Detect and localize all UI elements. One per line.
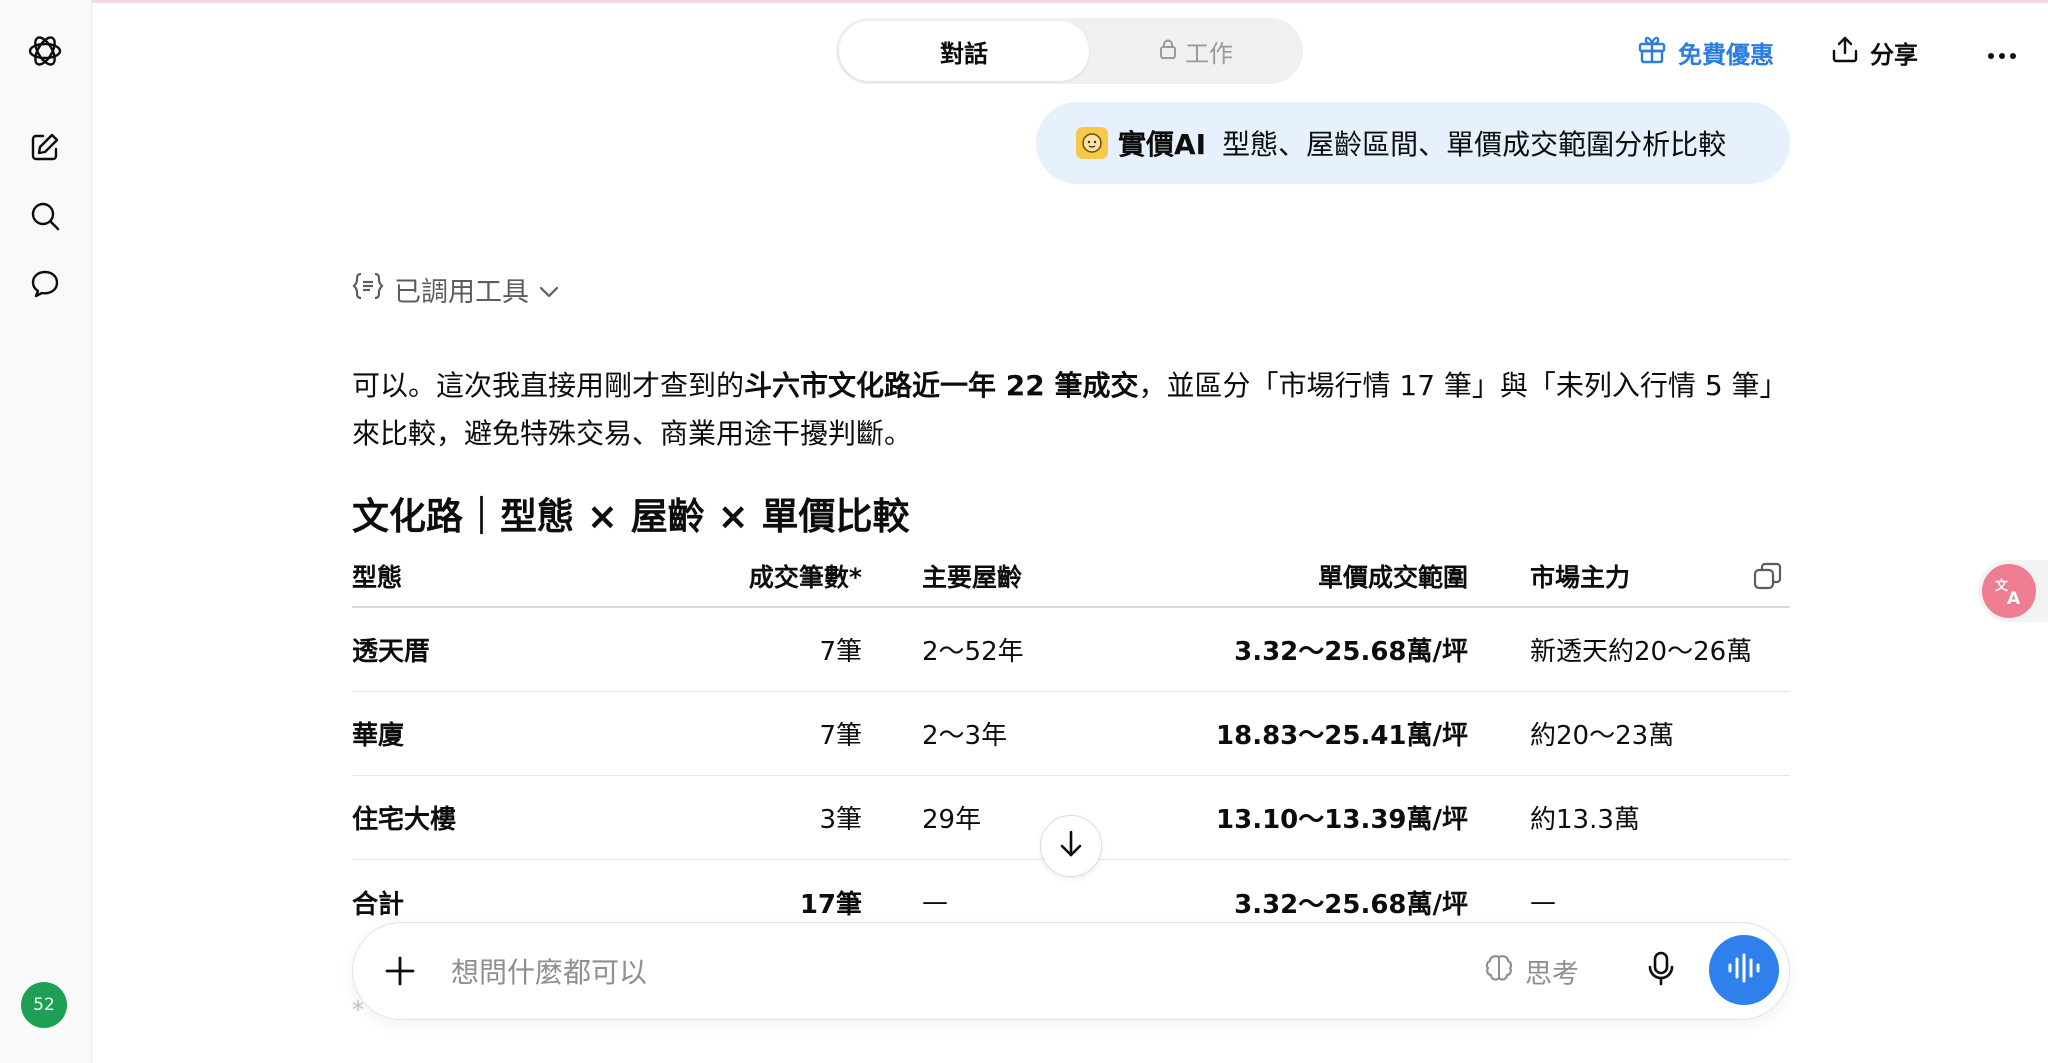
scroll-to-bottom-button[interactable] — [1040, 815, 1102, 877]
assistant-answer-paragraph: 可以。這次我直接用剛才查到的斗六市文化路近一年 22 筆成交，並區分「市場行情 … — [352, 362, 1792, 458]
sidebar: 52 — [0, 0, 92, 1063]
microphone-icon — [1647, 951, 1675, 991]
gpt-avatar-icon — [1076, 127, 1108, 159]
tab-work[interactable]: 工作 — [1094, 21, 1298, 81]
table-cell: 29年 — [922, 805, 982, 835]
brain-icon — [1483, 952, 1515, 991]
tab-work-label: 工作 — [1185, 39, 1233, 68]
share-button[interactable]: 分享 — [1830, 28, 1918, 76]
free-offer-button[interactable]: 免費優惠 — [1636, 28, 1774, 76]
openai-logo-icon[interactable] — [24, 30, 66, 72]
table-header-cell: 成交筆數* — [748, 563, 862, 592]
table-cell: 13.10～13.39萬/坪 — [1216, 805, 1468, 835]
arrow-down-icon — [1058, 829, 1084, 863]
add-attachment-button[interactable] — [379, 950, 421, 996]
table-cell: 18.83～25.41萬/坪 — [1216, 721, 1468, 751]
table-cell: 2～3年 — [922, 721, 1008, 751]
translate-icon: 文 A — [1982, 564, 2036, 618]
sound-wave-icon — [1727, 953, 1761, 987]
table-header-cell: 型態 — [352, 563, 403, 592]
new-chat-icon[interactable] — [24, 126, 66, 168]
share-label: 分享 — [1870, 40, 1918, 69]
table-cell: 7筆 — [819, 637, 862, 667]
table-cell: 住宅大樓 — [352, 805, 457, 835]
message-composer: 想問什麼都可以 思考 — [352, 922, 1790, 1020]
more-options-button[interactable] — [1982, 28, 2022, 76]
message-input[interactable]: 想問什麼都可以 — [451, 923, 647, 1019]
mode-toggle: 對話 工作 — [836, 18, 1303, 84]
gift-icon — [1636, 33, 1668, 71]
microphone-button[interactable] — [1637, 947, 1685, 995]
table-row: 華廈 7筆 2～3年 18.83～25.41萬/坪 約20～23萬 — [352, 692, 1790, 776]
search-icon[interactable] — [24, 195, 66, 237]
table-header-row: 型態 成交筆數* 主要屋齡 單價成交範圍 市場主力 — [352, 546, 1790, 608]
chevron-down-icon — [539, 274, 559, 305]
table-header-cell: 主要屋齡 — [922, 563, 1023, 592]
table-header-cell: 市場主力 — [1530, 563, 1631, 592]
gpt-name: 實價AI — [1118, 128, 1207, 161]
more-icon — [1987, 38, 2017, 66]
answer-text-bold: 斗六市文化路近一年 22 筆成交 — [744, 369, 1139, 402]
table-cell: 3筆 — [819, 805, 862, 835]
copy-table-icon[interactable] — [1752, 560, 1784, 598]
tab-chat[interactable]: 對話 — [839, 21, 1089, 81]
user-message: 實價AI 型態、屋齡區間、單價成交範圍分析比較 — [1036, 102, 1790, 184]
voice-mode-button[interactable] — [1709, 935, 1779, 1005]
translate-extension-button[interactable]: 文 A — [1978, 560, 2048, 622]
table-header-cell: 單價成交範圍 — [1317, 563, 1468, 592]
svg-text:A: A — [2007, 589, 2021, 608]
table-cell: 新透天約20～26萬 — [1530, 637, 1753, 667]
table-cell: 7筆 — [819, 721, 862, 751]
answer-heading: 文化路｜型態 × 屋齡 × 單價比較 — [352, 495, 910, 538]
think-label: 思考 — [1525, 958, 1579, 990]
avatar[interactable]: 52 — [21, 982, 67, 1028]
table-cell: 華廈 — [352, 721, 405, 751]
table-cell: 透天厝 — [352, 637, 431, 667]
comparison-table: 型態 成交筆數* 主要屋齡 單價成交範圍 市場主力 透天厝 7筆 2～52年 3… — [352, 546, 1790, 944]
lock-icon — [1159, 37, 1177, 65]
table-cell: 約13.3萬 — [1530, 805, 1640, 835]
table-cell: 約20～23萬 — [1530, 721, 1675, 751]
table-cell: 2～52年 — [922, 637, 1024, 667]
table-row: 透天厝 7筆 2～52年 3.32～25.68萬/坪 新透天約20～26萬 — [352, 608, 1790, 692]
table-cell: 3.32～25.68萬/坪 — [1234, 637, 1468, 667]
tools-used-label: 已調用工具 — [394, 277, 529, 308]
top-accent-line — [0, 0, 2048, 3]
tools-used-toggle[interactable]: 已調用工具 — [352, 270, 559, 309]
free-offer-label: 免費優惠 — [1678, 40, 1774, 69]
think-button[interactable]: 思考 — [1483, 947, 1579, 995]
user-message-text: 型態、屋齡區間、單價成交範圍分析比較 — [1222, 128, 1727, 161]
share-icon — [1830, 34, 1860, 70]
answer-text-1: 可以。這次我直接用剛才查到的 — [352, 369, 745, 402]
chats-icon[interactable] — [24, 263, 66, 305]
tool-braces-icon — [352, 271, 384, 308]
